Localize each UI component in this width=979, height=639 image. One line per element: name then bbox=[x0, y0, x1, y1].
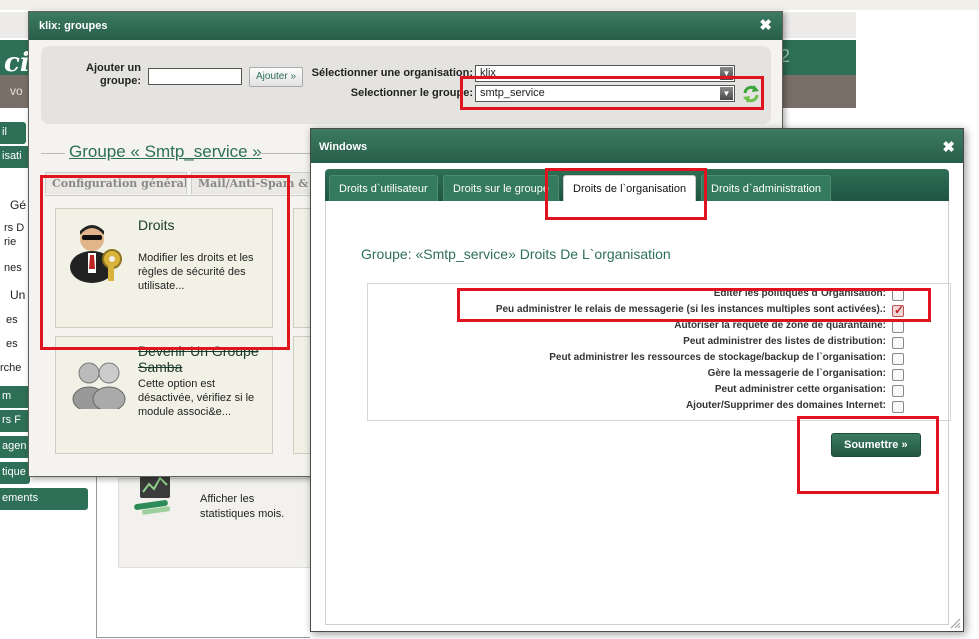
windows-window-titlebar[interactable]: Windows ✖ bbox=[311, 129, 963, 163]
refresh-icon[interactable] bbox=[741, 84, 761, 104]
organisation-rights-heading: Groupe: «Smtp_service» Droits De L`organ… bbox=[361, 246, 671, 262]
tab-general-configuration[interactable]: Configuration générale bbox=[45, 172, 187, 194]
perm-checkbox-quarantine[interactable] bbox=[892, 321, 904, 333]
windows-rights-window: Windows ✖ Droits d`utilisateur Droits su… bbox=[310, 128, 964, 632]
group-selection-form: Ajouter un groupe: Ajouter » Sélectionne… bbox=[41, 46, 771, 124]
submit-button[interactable]: Soumettre » bbox=[831, 433, 921, 457]
group-select[interactable]: smtp_service ▼ bbox=[475, 85, 735, 102]
tab-organisation-rights[interactable]: Droits de l`organisation bbox=[563, 175, 697, 201]
group-tabs: Configuration générale Mail/Anti-Spam & bbox=[45, 168, 335, 196]
windows-window-title: Windows bbox=[319, 141, 368, 153]
sidebar-button-top-2[interactable]: isati bbox=[0, 146, 30, 168]
perm-checkbox-distribution-lists[interactable] bbox=[892, 337, 904, 349]
organisation-select[interactable]: klix ▼ bbox=[475, 65, 735, 82]
select-organisation-label: Sélectionner une organisation: bbox=[311, 67, 473, 79]
user-key-icon bbox=[70, 225, 122, 283]
sidebar-button-top-1[interactable]: il bbox=[0, 122, 26, 144]
close-icon[interactable]: ✖ bbox=[942, 138, 955, 156]
sidebar-button-2[interactable]: rs F bbox=[0, 410, 30, 432]
resize-grip-icon[interactable] bbox=[949, 617, 961, 629]
perm-label-admin-organisation: Peut administrer cette organisation: bbox=[714, 384, 886, 395]
group-heading: Groupe « Smtp_service » bbox=[69, 142, 262, 161]
perm-label-manage-messaging: Gère la messagerie de l`organisation: bbox=[707, 368, 886, 379]
samba-card-title: Devenir Un Groupe Samba bbox=[138, 343, 259, 375]
background-top-strip bbox=[0, 0, 979, 10]
tab-administration-rights[interactable]: Droits d`administration bbox=[701, 175, 832, 201]
rights-card-description: Modifier les droits et les règles de séc… bbox=[138, 252, 254, 292]
tab-user-rights[interactable]: Droits d`utilisateur bbox=[329, 175, 438, 201]
perm-label-mail-relay: Peu administrer le relais de messagerie … bbox=[495, 304, 886, 315]
perm-checkbox-internet-domains[interactable] bbox=[892, 401, 904, 413]
perm-checkbox-admin-organisation[interactable] bbox=[892, 385, 904, 397]
tab-group-rights[interactable]: Droits sur le groupe bbox=[443, 175, 559, 201]
chevron-down-icon[interactable]: ▼ bbox=[720, 87, 733, 100]
rights-tabbar: Droits d`utilisateur Droits sur le group… bbox=[325, 169, 949, 201]
perm-label-distribution-lists: Peut administrer des listes de distribut… bbox=[683, 336, 886, 347]
subbar-text: vo bbox=[10, 84, 23, 98]
perm-label-internet-domains: Ajouter/Supprimer des domaines Internet: bbox=[685, 400, 886, 411]
perm-label-edit-policies: Editer les politiques d`Organisation: bbox=[713, 288, 886, 299]
add-group-input[interactable] bbox=[148, 68, 242, 85]
perm-label-storage-backup: Peut administrer les ressources de stock… bbox=[549, 352, 886, 363]
perm-label-quarantine: Autoriser la requête de zone de quaranta… bbox=[674, 320, 886, 331]
groups-window-title: klix: groupes bbox=[39, 20, 108, 32]
sidebar-button-5[interactable]: ements bbox=[0, 488, 88, 510]
permissions-box: Editer les politiques d`Organisation: Pe… bbox=[367, 283, 951, 421]
sidebar-button-1[interactable]: m bbox=[0, 386, 30, 408]
tab-mail-antispam[interactable]: Mail/Anti-Spam & bbox=[191, 172, 321, 194]
perm-checkbox-manage-messaging[interactable] bbox=[892, 369, 904, 381]
groups-window-titlebar[interactable]: klix: groupes ✖ bbox=[29, 12, 782, 40]
perm-checkbox-mail-relay[interactable] bbox=[892, 303, 904, 317]
organisation-select-value: klix bbox=[480, 67, 496, 79]
group-select-value: smtp_service bbox=[480, 87, 545, 99]
samba-card-description: Cette option est désactivée, vérifiez si… bbox=[138, 378, 255, 418]
perm-checkbox-storage-backup[interactable] bbox=[892, 353, 904, 365]
samba-group-card[interactable]: Devenir Un Groupe Samba Cette option est… bbox=[55, 336, 273, 454]
perm-checkbox-edit-policies[interactable] bbox=[892, 289, 904, 301]
stats-description: Afficher les statistiques mois. bbox=[200, 493, 285, 520]
sidebar-button-3[interactable]: agen bbox=[0, 436, 30, 458]
close-icon[interactable]: ✖ bbox=[759, 16, 772, 34]
heading-divider-left bbox=[41, 153, 65, 154]
add-group-label: Ajouter un groupe: bbox=[86, 62, 141, 87]
sidebar-button-4[interactable]: tique bbox=[0, 462, 30, 484]
rights-card[interactable]: Droits Modifier les droits et les règles… bbox=[55, 208, 273, 328]
rights-card-title: Droits bbox=[138, 217, 175, 233]
app-logo: ci bbox=[4, 48, 30, 78]
group-users-icon bbox=[72, 362, 126, 409]
chevron-down-icon[interactable]: ▼ bbox=[720, 67, 733, 80]
sidebar-label-8[interactable]: rche bbox=[0, 362, 30, 374]
select-group-label: Selectionner le groupe: bbox=[350, 87, 473, 99]
